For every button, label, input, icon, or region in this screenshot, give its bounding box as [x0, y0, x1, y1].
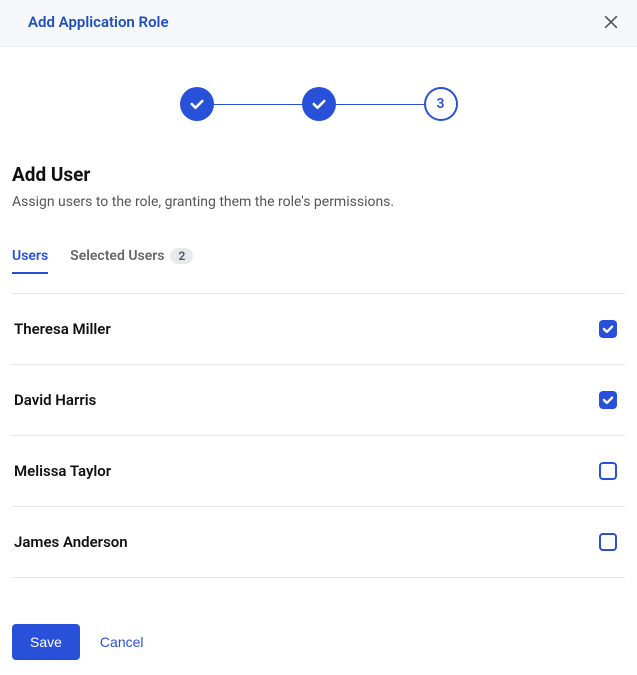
cancel-button[interactable]: Cancel [96, 624, 148, 660]
section-title: Add User [12, 163, 625, 186]
tab-users-label: Users [12, 248, 48, 264]
user-name: James Anderson [14, 533, 128, 551]
step-1 [180, 87, 214, 121]
check-icon [188, 95, 206, 113]
user-checkbox[interactable] [599, 320, 617, 338]
user-checkbox[interactable] [599, 533, 617, 551]
tab-users[interactable]: Users [12, 248, 48, 274]
step-3: 3 [424, 87, 458, 121]
step-connector [336, 104, 424, 105]
step-2 [302, 87, 336, 121]
check-icon [601, 322, 615, 336]
close-icon[interactable] [601, 12, 621, 32]
tab-selected-users-label: Selected Users [70, 248, 164, 264]
selected-count-badge: 2 [170, 248, 193, 264]
user-row: Theresa Miller [12, 294, 625, 365]
stepper: 3 [0, 47, 637, 163]
tab-selected-users[interactable]: Selected Users 2 [70, 248, 193, 274]
footer: Save Cancel [0, 578, 637, 660]
step-3-label: 3 [437, 96, 445, 112]
user-list: Theresa Miller David Harris Melissa Tayl… [12, 293, 625, 578]
user-name: Theresa Miller [14, 320, 111, 338]
content-area: Add User Assign users to the role, grant… [0, 163, 637, 578]
user-name: Melissa Taylor [14, 462, 111, 480]
save-button[interactable]: Save [12, 624, 80, 660]
step-connector [214, 104, 302, 105]
check-icon [310, 95, 328, 113]
user-checkbox[interactable] [599, 462, 617, 480]
user-row: Melissa Taylor [12, 436, 625, 507]
modal-title: Add Application Role [28, 13, 169, 31]
tabs: Users Selected Users 2 [12, 248, 625, 275]
user-name: David Harris [14, 391, 96, 409]
user-checkbox[interactable] [599, 391, 617, 409]
user-row: David Harris [12, 365, 625, 436]
check-icon [601, 393, 615, 407]
user-row: James Anderson [12, 507, 625, 578]
modal-header: Add Application Role [0, 0, 637, 47]
section-description: Assign users to the role, granting them … [12, 194, 625, 210]
